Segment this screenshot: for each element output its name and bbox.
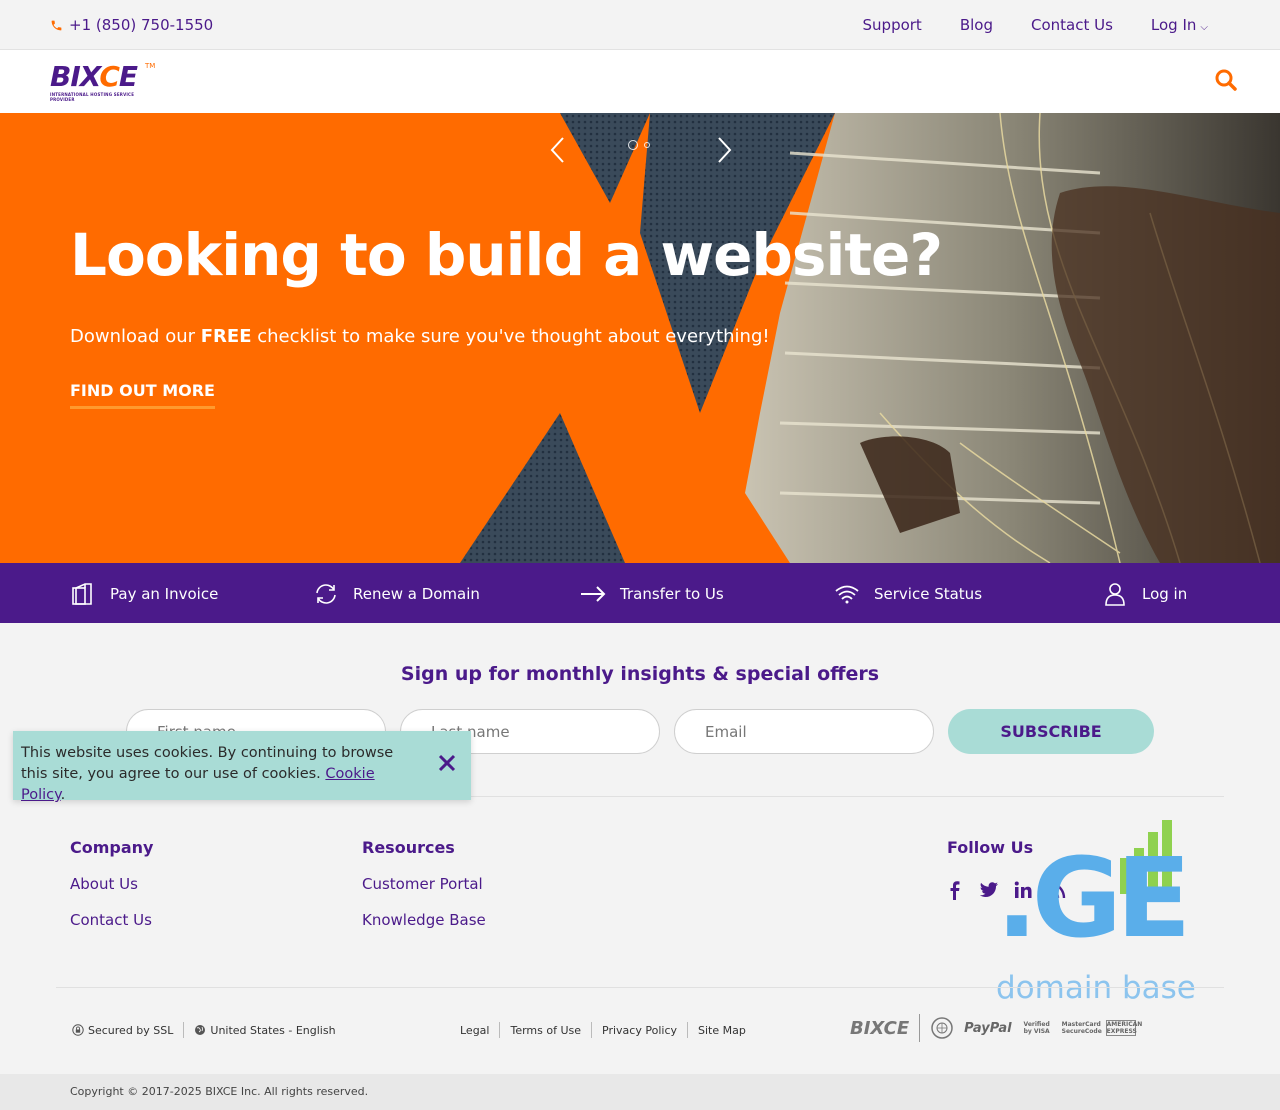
globe-icon — [195, 1025, 206, 1035]
top-bar: +1 (850) 750-1550 Support Blog Contact U… — [0, 0, 1280, 50]
terms-of-use-link[interactable]: Terms of Use — [510, 1024, 581, 1037]
legal-separator — [499, 1022, 501, 1038]
nav-log-in-label: Log In — [1150, 16, 1197, 34]
footer-company-title: Company — [70, 838, 154, 857]
footer-link-contact-us[interactable]: Contact Us — [70, 911, 152, 929]
quick-pay-invoice[interactable]: Pay an Invoice — [70, 581, 218, 607]
quick-transfer-label: Transfer to Us — [620, 585, 724, 603]
footer-link-knowledge-base[interactable]: Knowledge Base — [362, 911, 486, 929]
paypal-badge: PayPal — [964, 1020, 1012, 1036]
arrow-right-icon — [581, 586, 606, 602]
footer-link-customer-portal[interactable]: Customer Portal — [362, 875, 483, 893]
phone-link[interactable]: +1 (850) 750-1550 — [50, 16, 213, 34]
quick-log-in[interactable]: Log in — [1102, 581, 1187, 607]
quick-links-bar: Pay an Invoice Renew a Domain Transfer t… — [0, 563, 1280, 623]
carousel-prev-arrow[interactable] — [548, 135, 568, 165]
bottom-separator — [183, 1022, 185, 1038]
carousel-dot-2[interactable] — [644, 142, 650, 148]
carousel-dots — [628, 140, 650, 150]
facebook-icon[interactable] — [945, 880, 965, 900]
icann-seal-icon — [931, 1017, 953, 1039]
quick-pay-invoice-label: Pay an Invoice — [110, 585, 219, 603]
newsletter-title: Sign up for monthly insights & special o… — [400, 663, 880, 685]
hero-banner: Looking to build a website? Download our… — [0, 113, 1280, 563]
cookie-banner: This website uses cookies. By continuing… — [13, 731, 471, 803]
site-header: BIXCE INTERNATIONAL HOSTING SERVICE PROV… — [0, 50, 1280, 113]
top-nav: Support Blog Contact Us Log In ⌵ — [863, 16, 1208, 34]
copyright-bar: Copyright © 2017-2025 BIXCE Inc. All rig… — [0, 1074, 1280, 1110]
privacy-policy-link[interactable]: Privacy Policy — [602, 1024, 677, 1037]
domain-base-watermark: .GE domain base — [996, 818, 1196, 1008]
hero-subtitle-pre: Download our — [70, 326, 201, 347]
quick-renew-domain-label: Renew a Domain — [353, 585, 480, 603]
logo-tagline: INTERNATIONAL HOSTING SERVICE PROVIDER — [50, 92, 135, 102]
wifi-icon — [835, 585, 859, 604]
hero-title: Looking to build a website? — [70, 221, 943, 289]
logo-trademark: TM — [145, 62, 156, 70]
verified-by-visa-badge: Verified by VISA — [1023, 1021, 1050, 1035]
chevron-down-icon: ⌵ — [1200, 22, 1208, 33]
carousel-next-arrow[interactable] — [714, 135, 734, 165]
quick-renew-domain[interactable]: Renew a Domain — [313, 581, 480, 607]
legal-separator — [687, 1022, 688, 1038]
subscribe-button[interactable]: SUBSCRIBE — [948, 709, 1154, 754]
hero-subtitle-bold: FREE — [200, 326, 252, 347]
hero-subtitle-post: checklist to make sure you've thought ab… — [251, 326, 770, 347]
legal-link[interactable]: Legal — [460, 1024, 489, 1037]
footer-divider-bottom — [56, 987, 1224, 988]
close-icon[interactable] — [437, 753, 457, 773]
nav-log-in[interactable]: Log In ⌵ — [1151, 16, 1208, 34]
nav-support[interactable]: Support — [863, 16, 922, 34]
badge-separator — [919, 1014, 921, 1042]
search-icon[interactable] — [1214, 68, 1238, 92]
logo-wordmark: BIXCE — [50, 60, 138, 93]
bixce-logo[interactable]: BIXCE INTERNATIONAL HOSTING SERVICE PROV… — [50, 60, 160, 103]
amex-badge: AMERICAN EXPRESS — [1105, 1020, 1143, 1036]
trust-badges: BIXCE PayPal Verified by VISA MasterCard… — [850, 1014, 1143, 1042]
bixce-badge: BIXCE — [850, 1017, 910, 1039]
hero-subtitle: Download our FREE checklist to make sure… — [70, 326, 770, 347]
lock-icon — [72, 1024, 84, 1036]
phone-number: +1 (850) 750-1550 — [69, 16, 214, 34]
bottom-info: Secured by SSL United States - English — [72, 1022, 336, 1038]
locale-selector[interactable]: United States - English — [210, 1024, 335, 1037]
quick-service-status-label: Service Status — [874, 585, 983, 603]
find-out-more-link[interactable]: FIND OUT MORE — [70, 381, 215, 409]
carousel-dot-1[interactable] — [628, 140, 638, 150]
watermark-caption: domain base — [996, 970, 1196, 1006]
legal-links: Legal Terms of Use Privacy Policy Site M… — [460, 1022, 746, 1038]
user-icon — [1105, 583, 1125, 606]
footer-resources-title: Resources — [362, 838, 455, 857]
email-input[interactable] — [674, 709, 934, 754]
watermark-ge: .GE — [996, 834, 1191, 962]
mastercard-securecode-badge: MasterCard SecureCode — [1061, 1021, 1102, 1035]
cookie-message: This website uses cookies. By continuing… — [21, 743, 421, 806]
quick-transfer[interactable]: Transfer to Us — [580, 581, 724, 607]
legal-separator — [591, 1022, 593, 1038]
nav-blog[interactable]: Blog — [960, 16, 993, 34]
ssl-label: Secured by SSL — [88, 1023, 174, 1037]
quick-log-in-label: Log in — [1142, 585, 1188, 603]
footer-link-about-us[interactable]: About Us — [70, 875, 138, 893]
invoice-icon — [72, 583, 92, 605]
nav-contact-us[interactable]: Contact Us — [1031, 16, 1113, 34]
cookie-text-end: . — [60, 787, 66, 803]
phone-icon — [51, 20, 62, 30]
site-map-link[interactable]: Site Map — [698, 1024, 746, 1037]
renew-icon — [316, 584, 336, 604]
copyright-text: Copyright © 2017-2025 BIXCE Inc. All rig… — [70, 1085, 369, 1098]
quick-service-status[interactable]: Service Status — [834, 581, 982, 607]
